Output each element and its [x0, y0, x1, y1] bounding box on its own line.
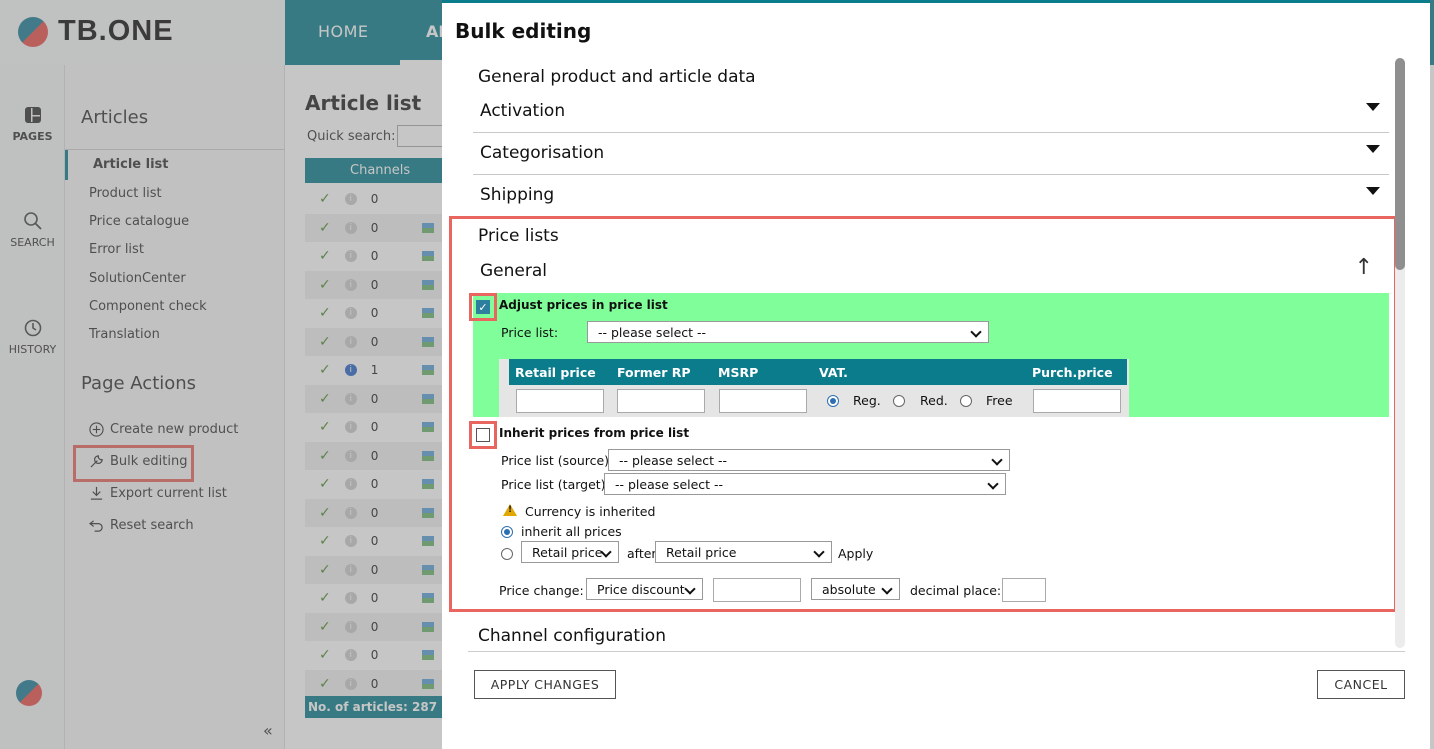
vat-reduced-radio[interactable]	[893, 395, 905, 407]
price-change-select[interactable]: Price discount	[586, 578, 703, 600]
dialog-scrollbar[interactable]	[1395, 58, 1405, 648]
col-former-rp: Former RP	[617, 365, 691, 380]
dialog-title: Bulk editing	[455, 19, 592, 43]
arrow-up-icon[interactable]: ↑	[1355, 255, 1373, 280]
source-list-select[interactable]: -- please select --	[608, 449, 1010, 471]
vat-regular-radio[interactable]	[827, 395, 839, 407]
retail-price-input[interactable]	[516, 389, 604, 413]
vat-reduced-label: Red.	[920, 393, 948, 408]
apply-changes-button[interactable]: APPLY CHANGES	[474, 670, 616, 699]
adjust-prices-label: Adjust prices in price list	[499, 298, 668, 312]
decimal-place-input[interactable]	[1002, 578, 1046, 602]
inherit-prices-label: Inherit prices from price list	[499, 426, 690, 440]
vat-free-radio[interactable]	[960, 395, 972, 407]
accordion-general[interactable]: General ↑	[473, 251, 1389, 291]
section-channel-configuration[interactable]: Channel configuration	[478, 626, 666, 646]
caret-down-icon	[1366, 187, 1380, 195]
after-label: after	[627, 546, 657, 561]
col-vat: VAT.	[819, 365, 848, 380]
after-price-select[interactable]: Retail price	[655, 541, 832, 563]
accordion-shipping[interactable]: Shipping	[473, 175, 1389, 217]
msrp-input[interactable]	[719, 389, 807, 413]
price-change-value-input[interactable]	[713, 578, 801, 602]
purch-price-input[interactable]	[1033, 389, 1121, 413]
caret-down-icon	[1366, 145, 1380, 153]
price-table-header: Retail price Former RP MSRP VAT. Purch.p…	[509, 359, 1127, 385]
currency-note: Currency is inherited	[525, 504, 656, 519]
inherit-all-label: inherit all prices	[521, 524, 622, 539]
accordion-activation[interactable]: Activation	[473, 91, 1389, 133]
former-rp-input[interactable]	[617, 389, 705, 413]
modal-backdrop-right	[1430, 0, 1434, 749]
modal-backdrop[interactable]	[0, 0, 442, 749]
adjust-checkbox-highlight	[469, 293, 497, 321]
scrollbar-thumb[interactable]	[1395, 58, 1405, 270]
absolute-select[interactable]: absolute	[811, 578, 900, 600]
cancel-button[interactable]: CANCEL	[1317, 670, 1405, 699]
inherit-all-radio[interactable]	[501, 526, 513, 538]
col-retail-price: Retail price	[515, 365, 596, 380]
target-list-select[interactable]: -- please select --	[604, 473, 1006, 495]
section-general-data: General product and article data	[478, 67, 756, 87]
decimal-place-label: decimal place:	[910, 583, 1002, 598]
col-purch-price: Purch.price	[1032, 365, 1113, 380]
warning-icon	[503, 504, 517, 516]
apply-label: Apply	[838, 546, 874, 561]
accordion-categorisation[interactable]: Categorisation	[473, 133, 1389, 175]
price-type-select[interactable]: Retail price	[521, 541, 619, 563]
inherit-checkbox-highlight	[469, 421, 497, 449]
col-msrp: MSRP	[718, 365, 759, 380]
source-list-label: Price list (source):	[501, 453, 614, 468]
section-price-lists: Price lists	[478, 226, 559, 246]
price-list-select[interactable]: -- please select --	[587, 321, 989, 343]
vat-free-label: Free	[986, 393, 1013, 408]
price-change-label: Price change:	[499, 583, 584, 598]
price-list-label: Price list:	[501, 325, 559, 340]
vat-regular-label: Reg.	[853, 393, 881, 408]
caret-down-icon	[1366, 103, 1380, 111]
bulk-editing-dialog: Bulk editing General product and article…	[442, 3, 1430, 749]
inherit-custom-radio[interactable]	[501, 548, 513, 560]
target-list-label: Price list (target):	[501, 477, 610, 492]
